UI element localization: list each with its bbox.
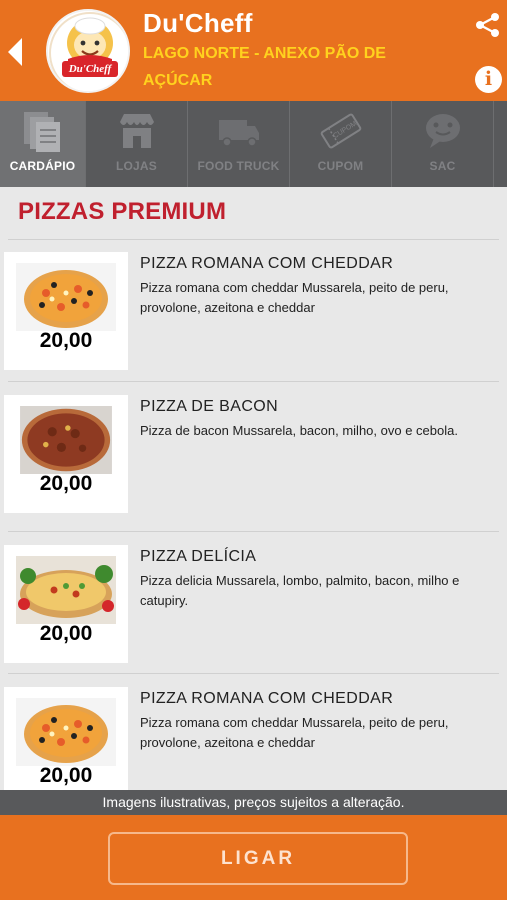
back-arrow-icon[interactable] <box>6 36 24 68</box>
item-name: PIZZA ROMANA COM CHEDDAR <box>140 255 394 272</box>
tab-cupom[interactable]: CUPOM CUPOM <box>290 101 392 187</box>
product-card: 20,00 <box>4 687 128 790</box>
truck-icon <box>218 120 259 147</box>
pizza-image <box>16 263 116 331</box>
price: 20,00 <box>39 622 93 645</box>
share-icon[interactable] <box>474 11 502 39</box>
call-button[interactable]: LIGAR <box>108 832 408 885</box>
divider <box>8 381 499 382</box>
product-card: 20,00 <box>4 395 128 513</box>
store-location: LAGO NORTE - ANEXO PÃO DE AÇÚCAR <box>143 45 386 89</box>
price: 20,00 <box>39 764 93 787</box>
price: 20,00 <box>39 329 93 352</box>
brand-logo: Du'Cheff <box>46 9 130 93</box>
item-description: Pizza delicia Mussarela, lombo, palmito,… <box>140 573 460 608</box>
list-item[interactable]: 20,00 PIZZA ROMANA COM CHEDDAR Pizza rom… <box>0 675 507 790</box>
store-icon <box>119 114 154 148</box>
price-disclaimer: Imagens ilustrativas, preços sujeitos a … <box>0 790 507 815</box>
divider <box>8 673 499 674</box>
app-title: Du'Cheff <box>143 8 253 38</box>
info-icon[interactable]: i <box>475 66 502 93</box>
logo-text: Du'Cheff <box>68 63 112 75</box>
tab-cardapio[interactable]: CARDÁPIO <box>0 101 86 187</box>
pizza-image <box>20 406 112 474</box>
item-description: Pizza romana com cheddar Mussarela, peit… <box>140 280 449 315</box>
divider <box>8 531 499 532</box>
tab-food-truck[interactable]: FOOD TRUCK <box>188 101 290 187</box>
tab-lojas[interactable]: LOJAS <box>86 101 188 187</box>
product-card: 20,00 <box>4 252 128 370</box>
item-description: Pizza de bacon Mussarela, bacon, milho, … <box>140 423 458 438</box>
pizza-image <box>16 556 116 624</box>
tab-label: CARDÁPIO <box>9 159 76 173</box>
price: 20,00 <box>39 472 93 495</box>
product-card: 20,00 <box>4 545 128 663</box>
app-header: Du'Cheff Du'Cheff LAGO NORTE - ANEXO PÃO… <box>0 0 507 101</box>
chat-icon <box>425 114 460 148</box>
list-item[interactable]: 20,00 PIZZA DE BACON Pizza de bacon Muss… <box>0 383 507 513</box>
tab-label: FOOD TRUCK <box>197 159 280 173</box>
item-name: PIZZA ROMANA COM CHEDDAR <box>140 690 394 707</box>
item-description: Pizza romana com cheddar Mussarela, peit… <box>140 715 449 750</box>
menu-list-icon <box>23 112 60 152</box>
list-item[interactable]: 20,00 PIZZA DELÍCIA Pizza delicia Mussar… <box>0 533 507 663</box>
pizza-image <box>16 698 116 766</box>
menu-list[interactable]: PIZZAS PREMIUM 20,00 PIZZA ROMANA COM CH… <box>0 187 507 790</box>
item-name: PIZZA DELÍCIA <box>140 548 257 565</box>
tab-label: CUPOM <box>317 159 364 173</box>
tab-label: LOJAS <box>115 159 157 173</box>
section-title: PIZZAS PREMIUM <box>18 198 227 225</box>
footer-bar: LIGAR <box>0 815 507 900</box>
list-item[interactable]: 20,00 PIZZA ROMANA COM CHEDDAR Pizza rom… <box>0 240 507 370</box>
coupon-icon: CUPOM <box>320 113 361 149</box>
item-name: PIZZA DE BACON <box>140 398 279 415</box>
tab-label: SAC <box>429 159 456 173</box>
tab-bar: CARDÁPIO LOJAS FOOD TRUCK CUPOM CUPOM SA… <box>0 101 507 187</box>
tab-sac[interactable]: SAC <box>392 101 494 187</box>
